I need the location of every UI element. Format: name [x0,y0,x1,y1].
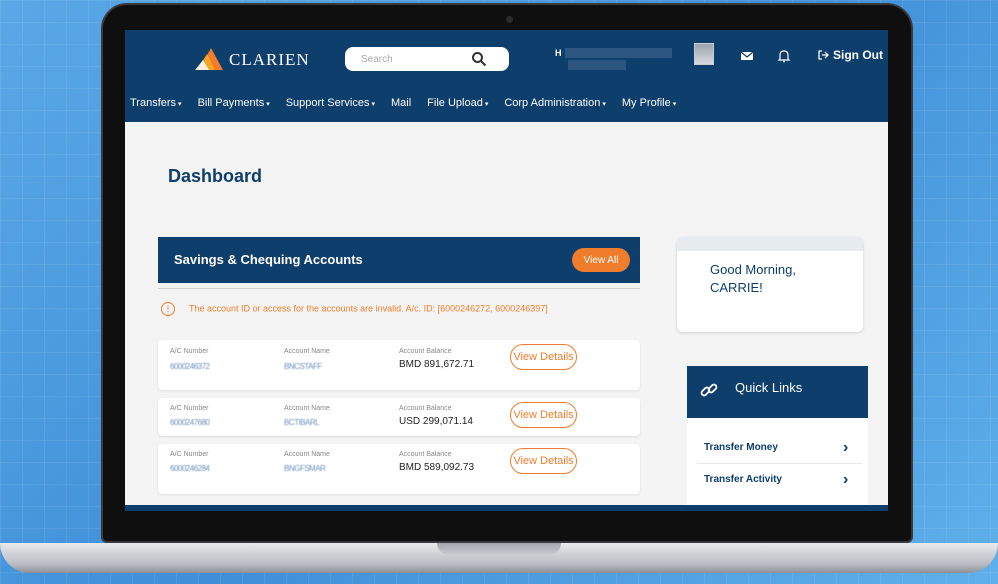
quick-link-label: Transfer Money [704,442,778,453]
laptop-notch [437,543,561,555]
account-name: BNCSTAFF [284,362,322,371]
brand-logo[interactable]: CLARIEN [195,48,310,72]
nav-my-profile[interactable]: My Profile ▾ [622,97,692,109]
account-number-label: A/C Number [170,405,209,412]
sign-out-button[interactable]: Sign Out [817,48,883,62]
avatar[interactable] [694,43,714,65]
accounts-card-header: Savings & Chequing Accounts [158,237,640,283]
view-details-button[interactable]: View Details [510,344,577,370]
top-navigation-bar: CLARIEN Search H Sign Out Transfers ▾ Bi… [125,30,888,122]
nav-mail[interactable]: Mail [391,97,427,109]
account-row: A/C Number 6000247680 Account Name BCTIB… [158,398,640,436]
account-balance: BMD 589,092.73 [399,462,475,473]
quick-links-list: Transfer Money › Transfer Activity › [687,418,868,511]
account-row: A/C Number 6000246372 Account Name BNCST… [158,340,640,390]
quick-link-label: Transfer Activity [704,474,782,485]
view-all-button[interactable]: View All [572,248,630,272]
footer-strip [125,505,888,511]
nav-corp-administration[interactable]: Corp Administration ▾ [504,97,622,109]
view-details-button[interactable]: View Details [510,448,577,474]
nav-support-services[interactable]: Support Services ▾ [286,97,391,109]
divider [158,288,640,289]
search-input[interactable]: Search [345,47,509,71]
account-row: A/C Number 6000246284 Account Name BNGFS… [158,444,640,494]
logo-mark-icon [195,48,223,70]
sign-out-label: Sign Out [833,48,883,62]
nav-file-upload[interactable]: File Upload ▾ [427,97,504,109]
account-balance: BMD 891,672.71 [399,359,475,370]
mail-icon[interactable] [740,49,754,63]
account-name-label: Account Name [284,348,330,355]
nav-transfers[interactable]: Transfers ▾ [130,97,198,109]
quick-link-transfer-money[interactable]: Transfer Money › [687,418,868,458]
sign-out-icon [818,50,829,60]
greeting-text: Good Morning, CARRIE! [710,262,796,295]
account-balance-label: Account Balance [399,348,452,355]
user-name: H [555,48,562,58]
page-title: Dashboard [168,166,263,186]
search-icon[interactable] [471,51,487,67]
account-name: BCTIBARL [284,418,320,427]
warning-icon: ! [161,302,175,316]
camera-icon [506,16,513,23]
account-name: BNGFSMAR [284,464,326,473]
search-placeholder: Search [361,53,393,65]
account-balance: USD 299,071.14 [399,416,473,427]
account-balance-label: Account Balance [399,451,452,458]
nav-bill-payments[interactable]: Bill Payments ▾ [198,97,286,109]
quick-link-transfer-activity[interactable]: Transfer Activity › [687,464,868,504]
accounts-card-title: Savings & Chequing Accounts [174,252,363,267]
quick-links-title: Quick Links [735,380,803,395]
chevron-right-icon: › [843,439,849,456]
account-number: 6000247680 [170,418,210,427]
chevron-right-icon: › [843,471,849,488]
app-screen: CLARIEN Search H Sign Out Transfers ▾ Bi… [125,30,888,511]
main-nav: Transfers ▾ Bill Payments ▾ Support Servic… [130,97,692,109]
account-number: 6000246372 [170,362,210,371]
bell-icon[interactable] [777,49,791,63]
view-details-button[interactable]: View Details [510,402,577,428]
brand-name: CLARIEN [229,50,310,69]
account-name-label: Account Name [284,451,330,458]
account-number-label: A/C Number [170,451,209,458]
account-number: 6000246284 [170,464,210,473]
account-name-label: Account Name [284,405,330,412]
greeting-card-strip [677,237,863,251]
link-icon [700,383,718,397]
warning-text: The account ID or access for the account… [189,303,548,314]
account-number-label: A/C Number [170,348,209,355]
redacted-user-name [565,48,672,58]
account-balance-label: Account Balance [399,405,452,412]
redacted-user-role [568,60,626,70]
warning-message: ! The account ID or access for the accoun… [161,302,581,316]
greeting-card: Good Morning, CARRIE! [677,237,863,332]
